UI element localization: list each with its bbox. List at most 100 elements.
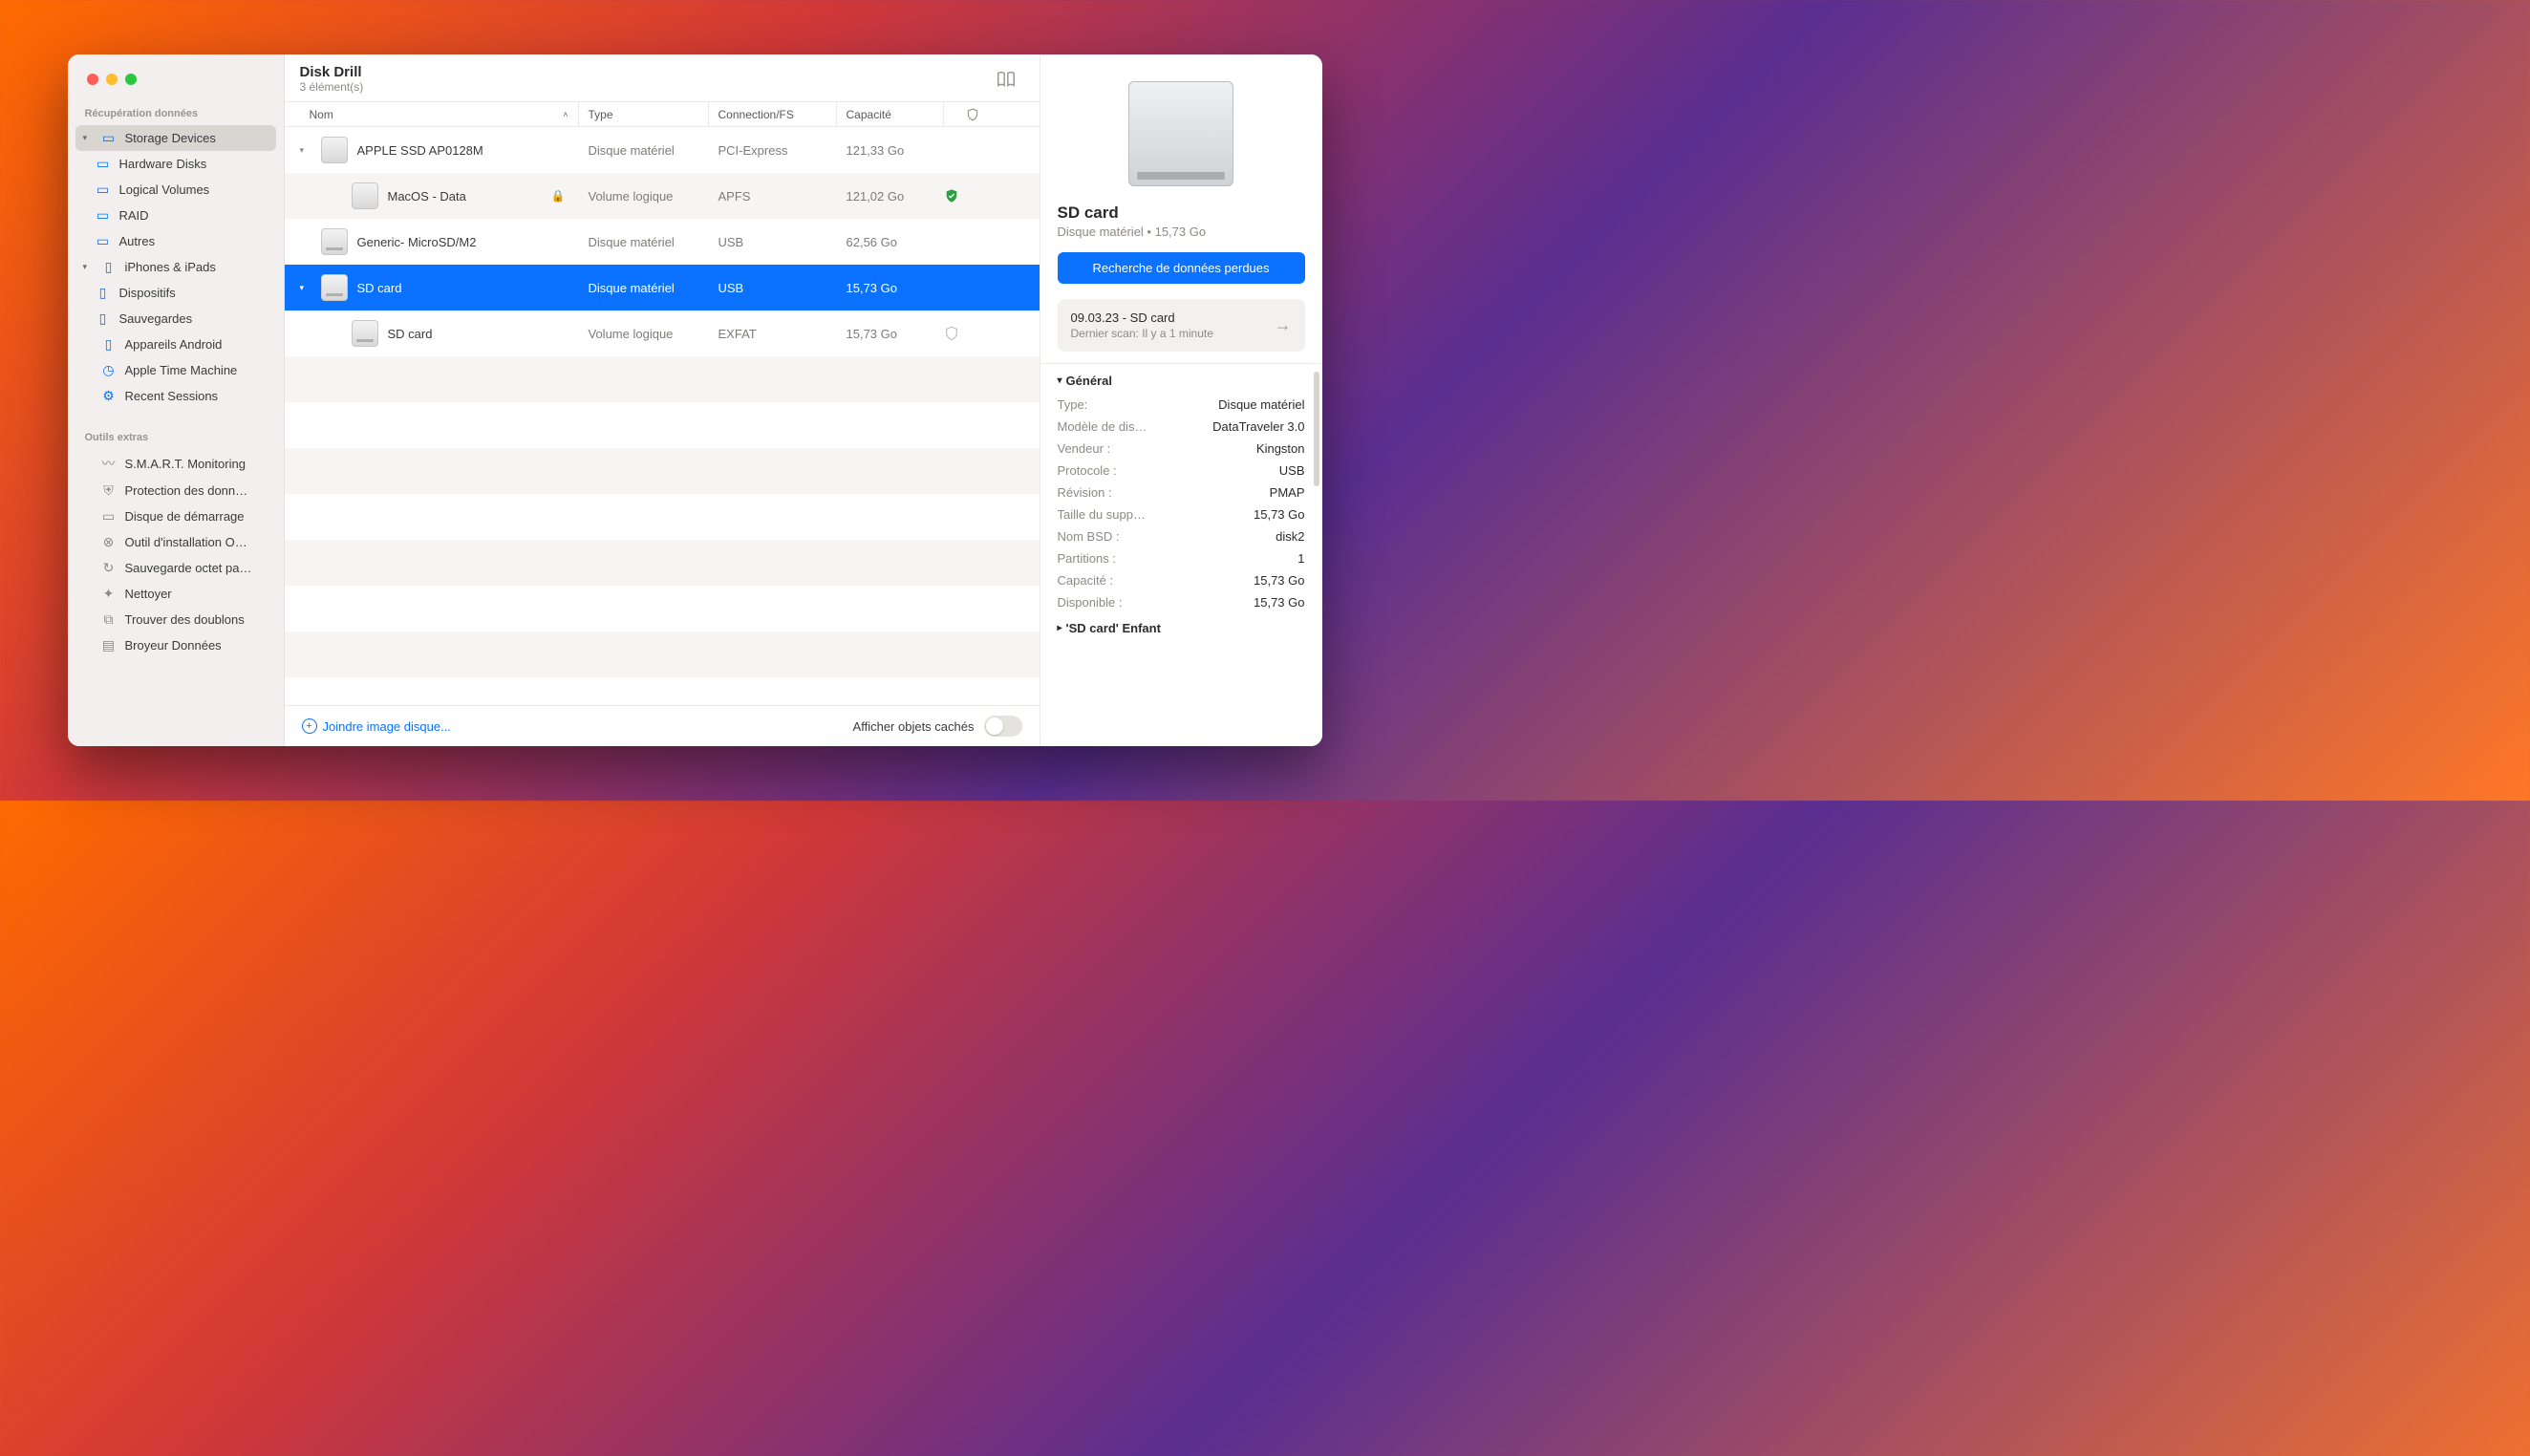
- row-type: Disque matériel: [579, 235, 709, 249]
- chevron-down-icon: ▾: [83, 133, 93, 143]
- pulse-icon: 〰: [100, 454, 118, 473]
- row-name: SD card: [357, 281, 402, 295]
- table-row[interactable]: MacOS - Data 🔒 Volume logique APFS 121,0…: [285, 173, 1040, 219]
- sidebar-item-os-installer[interactable]: ⊗ Outil d'installation O…: [75, 529, 276, 555]
- sidebar-item-android[interactable]: ▯ Appareils Android: [75, 332, 276, 357]
- chevron-down-icon[interactable]: ▾: [300, 145, 311, 156]
- maximize-window-button[interactable]: [125, 74, 137, 85]
- gear-icon: ⚙: [100, 388, 118, 404]
- sidebar-item-label: RAID: [119, 208, 149, 223]
- row-name: Generic- MicroSD/M2: [357, 235, 477, 249]
- phone-icon: ▯: [95, 285, 112, 301]
- minimize-window-button[interactable]: [106, 74, 118, 85]
- table-row[interactable]: ▾ APPLE SSD AP0128M Disque matériel PCI-…: [285, 127, 1040, 173]
- sidebar-item-boot-disk[interactable]: ▭ Disque de démarrage: [75, 503, 276, 529]
- sidebar-item-data-protection[interactable]: ⛨ Protection des donn…: [75, 478, 276, 503]
- page-title: Disk Drill: [300, 64, 364, 80]
- sidebar-item-iphones-ipads[interactable]: ▾ ▯ iPhones & iPads: [75, 254, 276, 280]
- sidebar-item-label: Broyeur Données: [125, 638, 222, 653]
- sidebar-item-hardware-disks[interactable]: ▭ Hardware Disks: [75, 151, 276, 177]
- sidebar-item-others[interactable]: ▭ Autres: [75, 228, 276, 254]
- phone-icon: ▯: [100, 259, 118, 275]
- sidebar-item-logical-volumes[interactable]: ▭ Logical Volumes: [75, 177, 276, 203]
- row-name: APPLE SSD AP0128M: [357, 143, 483, 158]
- sidebar-item-raid[interactable]: ▭ RAID: [75, 203, 276, 228]
- shred-icon: ▤: [100, 637, 118, 653]
- sidebar-item-label: Outil d'installation O…: [125, 535, 247, 549]
- drive-icon: ▭: [95, 156, 112, 172]
- sidebar-item-smart-monitoring[interactable]: 〰 S.M.A.R.T. Monitoring: [75, 449, 276, 478]
- sidebar-section-recovery: Récupération données: [75, 98, 276, 125]
- table-row[interactable]: SD card Volume logique EXFAT 15,73 Go: [285, 310, 1040, 356]
- row-capacity: 62,56 Go: [837, 235, 944, 249]
- row-capacity: 121,02 Go: [837, 189, 944, 203]
- table-row[interactable]: Generic- MicroSD/M2 Disque matériel USB …: [285, 219, 1040, 265]
- search-lost-data-button[interactable]: Recherche de données perdues: [1058, 252, 1305, 284]
- child-section-header[interactable]: ▸ 'SD card' Enfant: [1058, 613, 1305, 635]
- column-header-protection[interactable]: [944, 102, 1001, 126]
- window-controls: [68, 54, 284, 98]
- sidebar-item-label: Storage Devices: [125, 131, 216, 145]
- sidebar: Récupération données ▾ ▭ Storage Devices…: [68, 54, 285, 746]
- phone-icon: ▯: [95, 310, 112, 327]
- general-section-header[interactable]: ▾ Général: [1058, 374, 1305, 388]
- sidebar-item-cleanup[interactable]: ✦ Nettoyer: [75, 581, 276, 607]
- sidebar-item-storage-devices[interactable]: ▾ ▭ Storage Devices: [75, 125, 276, 151]
- chevron-down-icon[interactable]: ▾: [300, 283, 311, 293]
- page-subtitle: 3 élément(s): [300, 80, 364, 94]
- shield-icon: ⛨: [100, 482, 118, 499]
- sidebar-item-byte-backup[interactable]: ↻ Sauvegarde octet pa…: [75, 555, 276, 581]
- column-header-type[interactable]: Type: [579, 102, 709, 126]
- column-header-capacity[interactable]: Capacité: [837, 102, 944, 126]
- sidebar-item-label: Logical Volumes: [119, 182, 210, 197]
- drive-icon: ▭: [95, 233, 112, 249]
- sidebar-item-time-machine[interactable]: ◷ Apple Time Machine: [75, 357, 276, 383]
- chevron-right-icon: ▸: [1058, 623, 1062, 633]
- kv-row: Taille du supp…15,73 Go: [1058, 503, 1305, 525]
- kv-row: Disponible :15,73 Go: [1058, 591, 1305, 613]
- detail-disk-icon: [1128, 81, 1233, 186]
- drive-icon: ▭: [100, 130, 118, 146]
- chevron-down-icon: ▾: [83, 262, 93, 272]
- column-header-connection[interactable]: Connection/FS: [709, 102, 837, 126]
- row-shield: [944, 188, 1001, 203]
- row-type: Volume logique: [579, 189, 709, 203]
- table-row-empty: [285, 494, 1040, 540]
- column-header-name[interactable]: Nom ˄: [300, 102, 579, 126]
- disk-icon: [321, 137, 348, 163]
- sidebar-item-label: Disque de démarrage: [125, 509, 245, 524]
- sort-chevron-icon: ˄: [563, 110, 568, 119]
- table-row-selected[interactable]: ▾ SD card Disque matériel USB 15,73 Go: [285, 265, 1040, 310]
- kv-row: Protocole :USB: [1058, 460, 1305, 482]
- detail-title: SD card: [1058, 203, 1305, 223]
- row-connection: APFS: [709, 189, 837, 203]
- attach-link-label: Joindre image disque...: [323, 719, 451, 734]
- sidebar-section-tools: Outils extras: [75, 422, 276, 449]
- sidebar-item-label: Recent Sessions: [125, 389, 219, 403]
- chevron-down-icon: ▾: [1058, 375, 1062, 386]
- sidebar-item-find-duplicates[interactable]: ⧉ Trouver des doublons: [75, 607, 276, 632]
- help-book-icon[interactable]: [996, 69, 1017, 90]
- sparkle-icon: ✦: [100, 586, 118, 602]
- show-hidden-label: Afficher objets cachés: [853, 719, 975, 734]
- drive-icon: ▭: [95, 207, 112, 224]
- close-window-button[interactable]: [87, 74, 98, 85]
- attach-disk-image-link[interactable]: + Joindre image disque...: [302, 718, 451, 734]
- sidebar-item-data-shredder[interactable]: ▤ Broyeur Données: [75, 632, 276, 658]
- sidebar-item-backups[interactable]: ▯ Sauvegardes: [75, 306, 276, 332]
- scrollbar[interactable]: [1314, 372, 1319, 486]
- show-hidden-toggle[interactable]: [984, 716, 1022, 737]
- table-body: ▾ APPLE SSD AP0128M Disque matériel PCI-…: [285, 127, 1040, 705]
- sidebar-item-devices[interactable]: ▯ Dispositifs: [75, 280, 276, 306]
- sidebar-item-recent-sessions[interactable]: ⚙ Recent Sessions: [75, 383, 276, 409]
- row-connection: USB: [709, 281, 837, 295]
- shield-outline-icon: [944, 326, 1001, 341]
- kv-row: Vendeur :Kingston: [1058, 438, 1305, 460]
- drive-icon: ▭: [95, 182, 112, 198]
- plus-circle-icon: +: [302, 718, 317, 734]
- shield-check-icon: [944, 188, 1001, 203]
- arrow-right-icon: →: [1275, 315, 1292, 335]
- drive-icon: ▭: [100, 508, 118, 525]
- kv-row: Modèle de dis…DataTraveler 3.0: [1058, 416, 1305, 438]
- last-scan-card[interactable]: 09.03.23 - SD card Dernier scan: Il y a …: [1058, 299, 1305, 352]
